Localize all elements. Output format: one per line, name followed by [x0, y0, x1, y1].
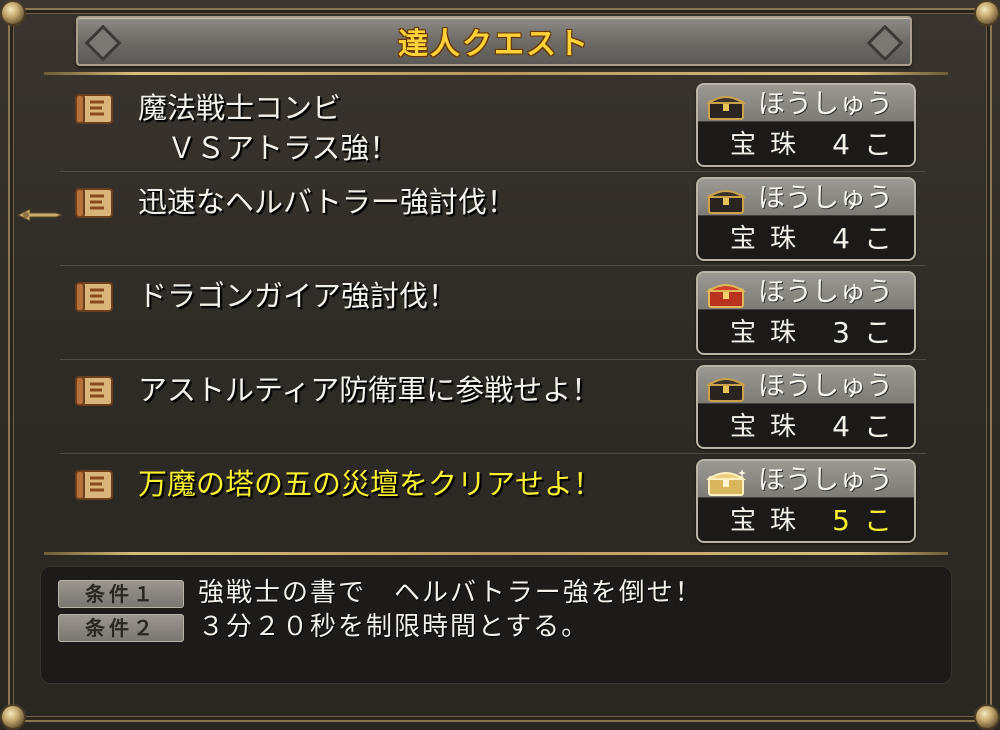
condition-row: 条件２ ３分２０秒を制限時間とする。	[58, 612, 938, 644]
quest-row[interactable]: ドラゴンガイア強討伐！ ほうしゅう 宝珠 3こ	[60, 268, 926, 360]
quest-row[interactable]: アストルティア防衛軍に参戦せよ！ ほうしゅう 宝珠 4こ	[60, 362, 926, 454]
reward-label: ほうしゅう	[758, 183, 893, 214]
reward-box: ほうしゅう 宝珠 5こ	[696, 459, 916, 543]
corner-ornament-icon	[0, 704, 26, 730]
corner-ornament-icon	[974, 0, 1000, 26]
reward-label: ほうしゅう	[758, 371, 893, 402]
divider	[44, 72, 948, 75]
condition-text: 強戦士の書で ヘルバトラー強を倒せ！	[198, 578, 703, 608]
quest-window: 達人クエスト 魔法戦士コンビ ＶＳアトラス強！ ほうしゅう 宝珠 4こ 迅速なヘ…	[0, 0, 1000, 730]
title-bar: 達人クエスト	[76, 16, 912, 66]
selection-cursor-icon	[16, 208, 64, 222]
reward-count: 4こ	[832, 410, 906, 443]
red-chest-icon	[706, 284, 746, 308]
divider	[44, 552, 948, 555]
black-chest-icon	[706, 190, 746, 214]
reward-count: 5こ	[832, 504, 906, 537]
condition-badge: 条件１	[58, 580, 184, 608]
black-chest-icon	[706, 378, 746, 402]
reward-box: ほうしゅう 宝珠 3こ	[696, 271, 916, 355]
reward-label: ほうしゅう	[758, 465, 893, 496]
corner-ornament-icon	[974, 704, 1000, 730]
reward-label: ほうしゅう	[758, 277, 893, 308]
quest-row[interactable]: 魔法戦士コンビ ＶＳアトラス強！ ほうしゅう 宝珠 4こ	[60, 80, 926, 172]
page-title: 達人クエスト	[398, 27, 590, 62]
scroll-icon	[75, 94, 113, 124]
quest-title: ドラゴンガイア強討伐！	[138, 279, 458, 313]
reward-item: 宝珠	[730, 412, 811, 442]
reward-label: ほうしゅう	[758, 89, 893, 120]
gold-chest-icon	[706, 469, 746, 496]
black-chest-icon	[706, 96, 746, 120]
scroll-icon	[75, 282, 113, 312]
scroll-icon	[75, 470, 113, 500]
scroll-icon	[75, 376, 113, 406]
quest-title: 万魔の塔の五の災壇をクリアせよ！	[138, 467, 603, 501]
quest-title: アストルティア防衛軍に参戦せよ！	[138, 373, 601, 407]
quest-row[interactable]: 迅速なヘルバトラー強討伐！ ほうしゅう 宝珠 4こ	[60, 174, 926, 266]
reward-count: 4こ	[832, 222, 906, 255]
reward-count: 4こ	[832, 128, 906, 161]
condition-row: 条件１ 強戦士の書で ヘルバトラー強を倒せ！	[58, 578, 938, 610]
corner-ornament-icon	[0, 0, 26, 26]
quest-title: 迅速なヘルバトラー強討伐！	[138, 185, 516, 219]
condition-badge: 条件２	[58, 614, 184, 642]
condition-text: ３分２０秒を制限時間とする。	[198, 612, 590, 642]
reward-box: ほうしゅう 宝珠 4こ	[696, 83, 916, 167]
reward-count: 3こ	[832, 316, 906, 349]
conditions-panel: 条件１ 強戦士の書で ヘルバトラー強を倒せ！ 条件２ ３分２０秒を制限時間とする…	[40, 566, 952, 684]
reward-box: ほうしゅう 宝珠 4こ	[696, 177, 916, 261]
quest-title: 魔法戦士コンビ ＶＳアトラス強！	[138, 91, 399, 165]
reward-item: 宝珠	[730, 130, 811, 160]
reward-item: 宝珠	[730, 318, 811, 348]
quest-row[interactable]: 万魔の塔の五の災壇をクリアせよ！ ほうしゅう 宝珠 5こ	[60, 456, 926, 548]
reward-box: ほうしゅう 宝珠 4こ	[696, 365, 916, 449]
reward-item: 宝珠	[730, 506, 811, 536]
scroll-icon	[75, 188, 113, 218]
reward-item: 宝珠	[730, 224, 811, 254]
quest-list: 魔法戦士コンビ ＶＳアトラス強！ ほうしゅう 宝珠 4こ 迅速なヘルバトラー強討…	[60, 80, 926, 550]
